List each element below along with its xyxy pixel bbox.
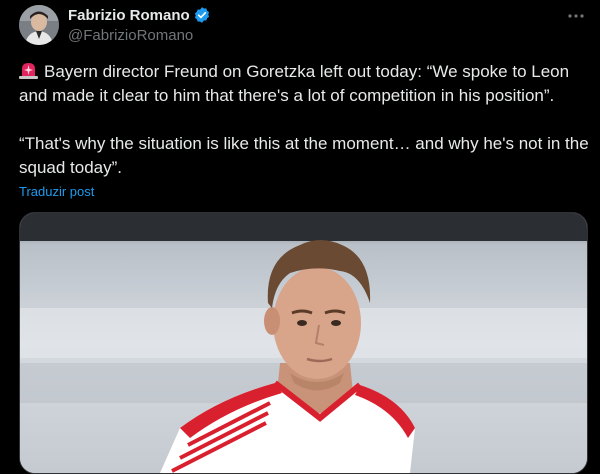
rotating-light-emoji <box>19 61 38 79</box>
author-block: Fabrizio Romano @FabrizioRomano <box>68 5 211 44</box>
tweet-text: Bayern director Freund on Goretzka left … <box>19 60 591 180</box>
author-handle[interactable]: @FabrizioRomano <box>68 27 211 44</box>
avatar[interactable] <box>19 5 59 45</box>
translate-post-link[interactable]: Traduzir post <box>19 184 94 199</box>
tweet-paragraph-1: Bayern director Freund on Goretzka left … <box>19 60 591 108</box>
author-name[interactable]: Fabrizio Romano <box>68 7 190 24</box>
tweet-media-photo[interactable] <box>19 212 588 474</box>
tweet-paragraph-1-text: Bayern director Freund on Goretzka left … <box>19 62 570 105</box>
tweet-paragraph-2: “That's why the situation is like this a… <box>19 134 589 177</box>
more-options-icon[interactable] <box>564 8 588 24</box>
verified-badge-icon[interactable] <box>193 6 211 24</box>
